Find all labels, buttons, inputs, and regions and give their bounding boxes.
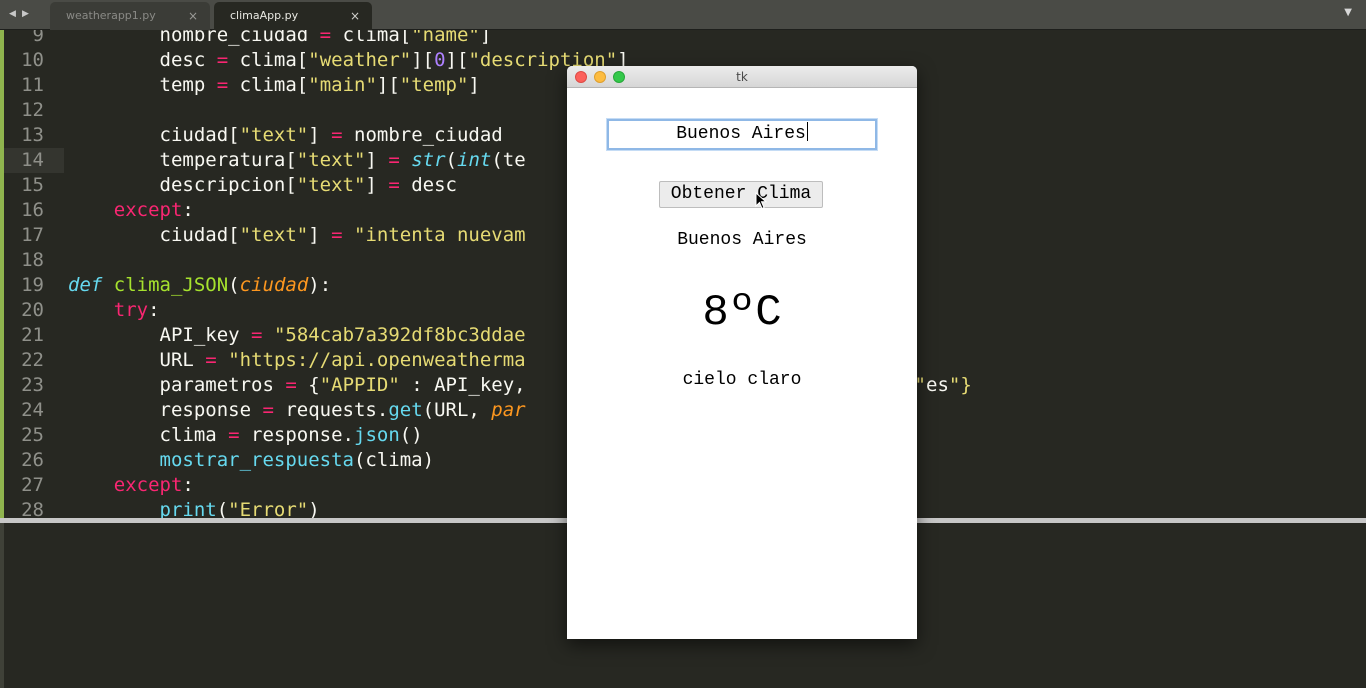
line-number: 10	[21, 49, 44, 71]
line-number: 25	[21, 424, 44, 446]
line-number: 21	[21, 324, 44, 346]
line-number: 23	[21, 374, 44, 396]
line-number: 9	[32, 30, 44, 46]
window-titlebar[interactable]: tk	[567, 66, 917, 88]
line-number: 11	[21, 74, 44, 96]
code-line: nombre_ciudad = clima["name"]	[68, 30, 492, 46]
line-number: 28	[21, 499, 44, 518]
nav-back-icon[interactable]: ◀	[6, 6, 19, 22]
line-number: 24	[21, 399, 44, 421]
line-number: 16	[21, 199, 44, 221]
line-number: 18	[21, 249, 44, 271]
line-number: 13	[21, 124, 44, 146]
text-caret	[806, 122, 808, 141]
tab-close-icon[interactable]: ×	[350, 2, 360, 30]
city-input-text: Buenos Aires	[676, 124, 806, 144]
line-number: 19	[21, 274, 44, 296]
line-number: 20	[21, 299, 44, 321]
line-number: 26	[21, 449, 44, 471]
city-label: Buenos Aires	[677, 230, 807, 250]
tab-label: weatherapp1.py	[66, 9, 156, 22]
line-number-gutter: 9 10 11 12 13 14 15 16 17 18 19 20 21 22…	[0, 30, 54, 518]
tab-label: climaApp.py	[230, 9, 299, 22]
line-number: 14	[21, 149, 44, 171]
line-number: 27	[21, 474, 44, 496]
tab-dropdown-icon[interactable]: ▼	[1344, 7, 1352, 18]
description-label: cielo claro	[682, 370, 802, 390]
line-number: 12	[21, 99, 44, 121]
nav-forward-icon[interactable]: ▶	[19, 6, 32, 22]
tk-window: tk Buenos Aires Obtener Clima Buenos Air…	[567, 66, 917, 639]
line-number: 17	[21, 224, 44, 246]
window-title: tk	[736, 70, 748, 84]
city-input[interactable]: Buenos Aires	[607, 119, 877, 150]
tab-bar: ◀ ▶ weatherapp1.py × climaApp.py × ▼	[0, 0, 1366, 30]
mouse-pointer-icon	[755, 192, 767, 210]
tab-close-icon[interactable]: ×	[188, 2, 198, 30]
temperature-label: 8ºC	[702, 288, 782, 338]
tab-navigation: ◀ ▶	[6, 6, 36, 22]
tab-climaapp[interactable]: climaApp.py ×	[214, 2, 372, 30]
line-number: 22	[21, 349, 44, 371]
get-weather-button[interactable]: Obtener Clima	[659, 181, 823, 208]
line-number: 15	[21, 174, 44, 196]
city-input-value: Buenos Aires	[609, 121, 875, 148]
tab-weatherapp1[interactable]: weatherapp1.py ×	[50, 2, 210, 30]
